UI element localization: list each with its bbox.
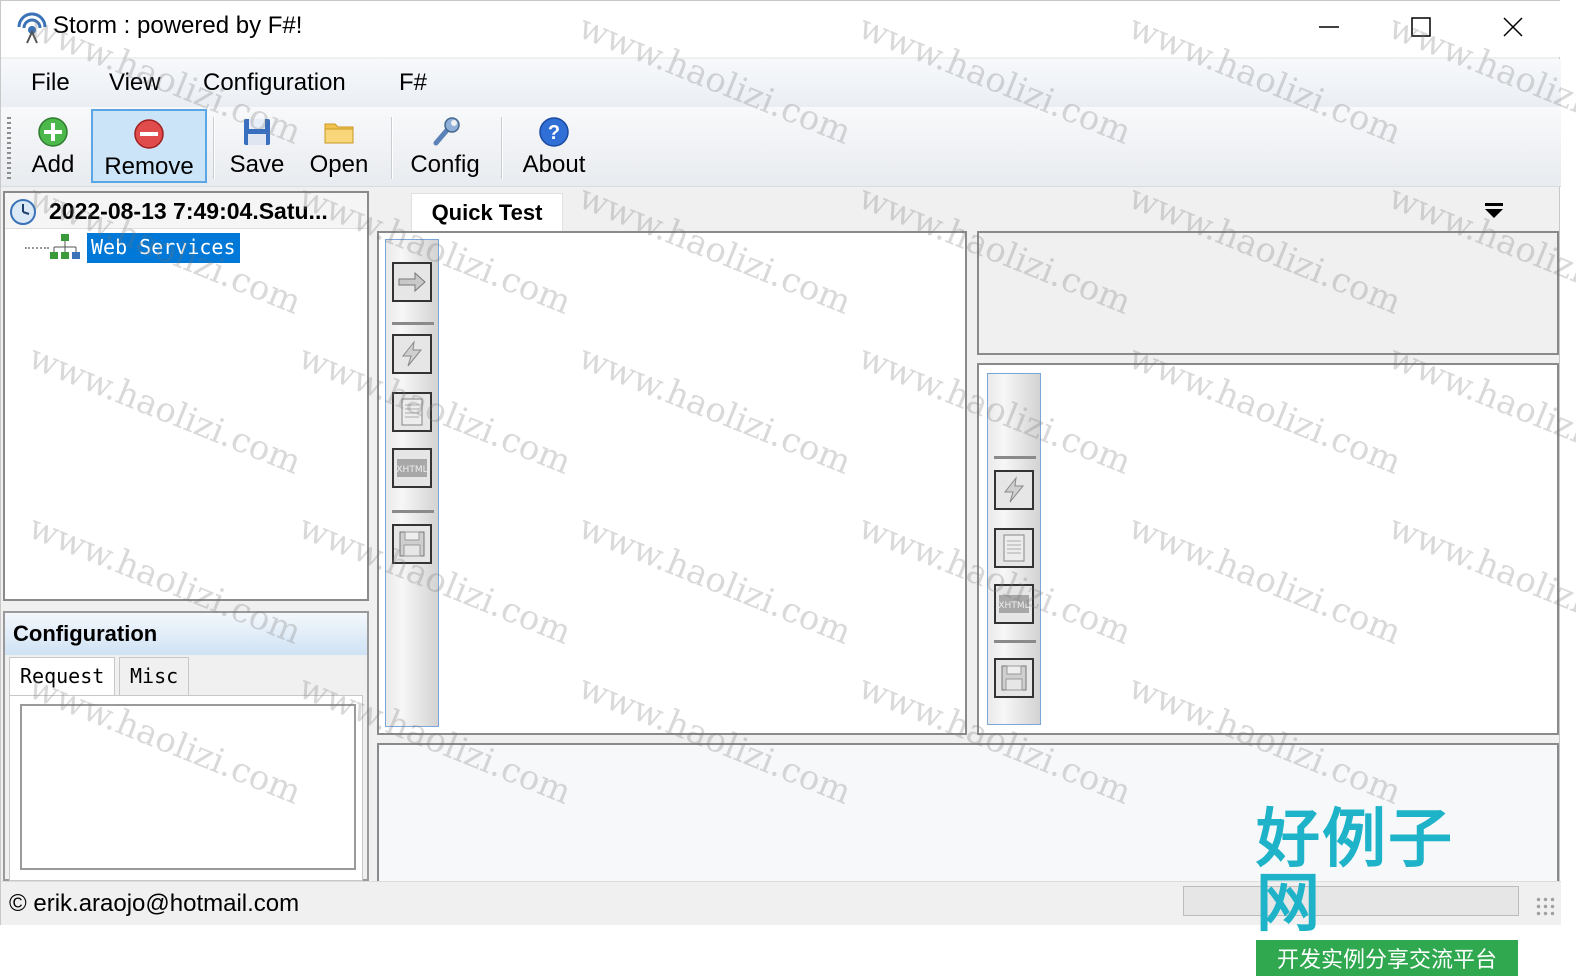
configuration-title: Configuration	[5, 613, 367, 655]
lightning-icon	[401, 340, 423, 367]
svg-text:XHTML: XHTML	[998, 601, 1029, 611]
request-text-view-button[interactable]	[392, 392, 432, 432]
minimize-button[interactable]	[1283, 1, 1375, 53]
app-window: Storm : powered by F#! File View Configu…	[0, 0, 1561, 925]
menu-fsharp[interactable]: F#	[395, 69, 431, 97]
tree-node-label[interactable]: Web Services	[87, 233, 240, 263]
document-icon	[401, 398, 423, 426]
status-copyright: © erik.araojo@hotmail.com	[9, 890, 300, 917]
toolstrip-divider	[994, 456, 1036, 459]
lightning-icon	[1003, 476, 1025, 503]
remove-label: Remove	[104, 153, 194, 180]
response-lightning-button[interactable]	[994, 470, 1034, 510]
toolbar-separator	[391, 117, 393, 179]
response-xhtml-button[interactable]: XHTML	[994, 584, 1034, 624]
window-title: Storm : powered by F#!	[53, 12, 303, 39]
add-button[interactable]: Add	[21, 109, 85, 183]
xhtml-icon: XHTML	[396, 459, 428, 477]
invoke-button[interactable]	[392, 262, 432, 302]
status-bar: © erik.araojo@hotmail.com	[1, 881, 1561, 925]
tree-connector	[25, 247, 49, 249]
save-label: Save	[229, 151, 285, 178]
request-toolstrip: XHTML	[385, 239, 439, 727]
request-config-editor[interactable]	[20, 704, 356, 870]
toolbar: Add Remove Save Open Config ? About	[1, 107, 1561, 187]
progress-bar	[1183, 886, 1519, 916]
config-button[interactable]: Config	[401, 109, 489, 183]
toolstrip-divider	[392, 322, 434, 325]
toolbar-separator	[501, 117, 503, 179]
toolbar-grip[interactable]	[7, 117, 11, 179]
help-icon: ?	[539, 117, 569, 147]
menu-bar: File View Configuration F#	[1, 59, 1561, 107]
maximize-button[interactable]	[1375, 1, 1467, 53]
toolbar-separator	[213, 117, 215, 179]
toolstrip-divider	[994, 640, 1036, 643]
svg-text:XHTML: XHTML	[396, 465, 427, 475]
config-label: Config	[410, 151, 480, 178]
request-lightning-button[interactable]	[392, 334, 432, 374]
disk-icon	[1001, 665, 1027, 691]
menu-configuration[interactable]: Configuration	[199, 69, 350, 97]
request-tab-body	[9, 695, 363, 881]
arrow-right-icon	[398, 271, 426, 293]
add-icon	[38, 117, 68, 147]
storm-app-icon	[17, 12, 47, 44]
response-save-button[interactable]	[994, 658, 1034, 698]
resize-grip[interactable]	[1535, 896, 1555, 916]
minimize-icon	[1319, 26, 1339, 28]
xhtml-icon: XHTML	[998, 595, 1030, 613]
response-toolstrip: XHTML	[987, 373, 1041, 725]
wrench-icon	[433, 117, 460, 146]
brand-watermark-sub: 开发实例分享交流平台	[1256, 940, 1518, 976]
request-pane[interactable]: XHTML	[377, 231, 967, 735]
tab-request[interactable]: Request	[9, 657, 116, 695]
folder-open-icon	[324, 123, 354, 144]
response-text-view-button[interactable]	[994, 528, 1034, 568]
output-pane[interactable]	[377, 743, 1559, 883]
network-icon	[50, 234, 80, 259]
save-button[interactable]: Save	[223, 109, 291, 183]
tree-header: 2022-08-13 7:49:04.Satu...	[5, 193, 367, 229]
disk-icon	[399, 531, 425, 557]
session-timestamp: 2022-08-13 7:49:04.Satu...	[49, 198, 328, 224]
request-xhtml-button[interactable]: XHTML	[392, 448, 432, 488]
close-icon	[1503, 17, 1523, 37]
remove-button[interactable]: Remove	[91, 109, 207, 183]
title-bar: Storm : powered by F#!	[1, 1, 1561, 57]
configuration-panel: Configuration Request Misc	[3, 611, 369, 881]
about-label: About	[522, 151, 586, 178]
clock-icon	[10, 199, 36, 225]
info-pane	[977, 231, 1559, 355]
maximize-icon	[1411, 17, 1431, 37]
toolstrip-divider	[392, 510, 434, 513]
menu-view[interactable]: View	[105, 69, 165, 97]
tab-list-dropdown-icon[interactable]	[1479, 197, 1509, 225]
response-pane[interactable]: XHTML	[977, 363, 1559, 735]
close-button[interactable]	[1467, 1, 1559, 53]
tab-misc[interactable]: Misc	[119, 657, 190, 695]
svg-text:?: ?	[548, 122, 560, 144]
about-button[interactable]: ? About	[513, 109, 595, 183]
open-button[interactable]: Open	[301, 109, 377, 183]
save-icon	[244, 119, 270, 145]
services-tree[interactable]: 2022-08-13 7:49:04.Satu... Web Services	[3, 191, 369, 601]
open-label: Open	[309, 151, 369, 178]
menu-file[interactable]: File	[27, 69, 74, 97]
remove-icon	[134, 119, 164, 149]
tab-quick-test[interactable]: Quick Test	[411, 193, 563, 231]
add-label: Add	[31, 151, 75, 178]
document-icon	[1003, 534, 1025, 562]
request-save-button[interactable]	[392, 524, 432, 564]
